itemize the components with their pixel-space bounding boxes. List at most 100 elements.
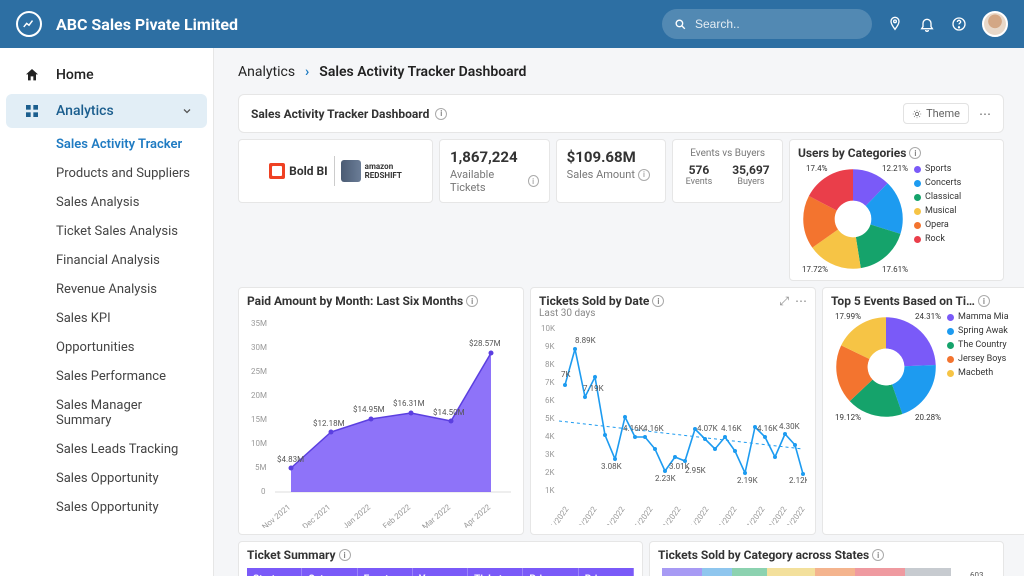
svg-text:10K: 10K <box>541 324 556 333</box>
dashboard-title: Sales Activity Tracker Dashboard <box>251 107 429 121</box>
svg-text:4.16K: 4.16K <box>623 424 645 433</box>
svg-text:$12.18M: $12.18M <box>313 419 345 428</box>
th[interactable]: Price per Ti… <box>523 568 578 576</box>
th[interactable]: Event <box>358 568 413 576</box>
kpi-available-tickets: 1,867,224 Available Ticketsi <box>439 139 550 203</box>
info-icon[interactable]: i <box>872 549 884 561</box>
search-input-wrapper[interactable] <box>662 9 872 39</box>
svg-text:Jan 2022: Jan 2022 <box>341 502 373 528</box>
sidebar-item-home[interactable]: Home <box>6 58 207 92</box>
svg-text:6K: 6K <box>545 396 555 405</box>
theme-button[interactable]: Theme <box>903 103 969 124</box>
svg-text:30M: 30M <box>251 343 267 352</box>
donut-chart[interactable]: 17.99% 24.31% 19.12% 20.28% <box>831 312 941 422</box>
th[interactable]: Tickets Sold <box>468 568 523 576</box>
donut-chart[interactable]: 17.4% 12.21% 17.72% 17.61% <box>798 164 908 274</box>
boldbi-logo-text: Bold BI <box>289 164 328 178</box>
svg-text:$28.57M: $28.57M <box>469 339 501 348</box>
sidebar-sub[interactable]: Sales Opportunity <box>6 493 207 522</box>
legend-item[interactable]: Spring Awak <box>958 326 1008 336</box>
th[interactable]: Start Date <box>247 568 302 576</box>
redshift-text-2: REDSHIFT <box>365 171 402 180</box>
sidebar-sub[interactable]: Sales Manager Summary <box>6 391 207 435</box>
avatar[interactable] <box>982 11 1008 37</box>
th[interactable]: Price Paid <box>579 568 634 576</box>
svg-text:Feb 2022: Feb 2022 <box>381 502 412 528</box>
svg-text:4/19/2022: 4/19/2022 <box>569 505 598 525</box>
svg-text:4/28/2022: 4/28/2022 <box>653 505 682 525</box>
pin-icon[interactable] <box>886 15 904 33</box>
svg-text:$14.95M: $14.95M <box>353 405 385 414</box>
sidebar-item-analytics[interactable]: Analytics <box>6 94 207 128</box>
svg-text:3.08K: 3.08K <box>601 462 623 471</box>
line-chart[interactable]: 10K9K8K7K6K5K4K3K2K1K 7K8.89K7.19K3.08K4… <box>539 319 807 525</box>
help-icon[interactable] <box>950 15 968 33</box>
search-input[interactable] <box>695 17 860 31</box>
sidebar-sub[interactable]: Sales KPI <box>6 304 207 333</box>
more-icon[interactable]: ⋯ <box>795 294 807 309</box>
kpi-row: Bold BI amazon REDSHIFT 1,867,224 Availa… <box>238 139 1004 281</box>
svg-text:8.89K: 8.89K <box>575 336 597 345</box>
legend-item[interactable]: Concerts <box>925 178 961 188</box>
info-icon[interactable]: i <box>909 147 921 159</box>
sidebar-sub[interactable]: Revenue Analysis <box>6 275 207 304</box>
svg-text:1K: 1K <box>545 486 555 495</box>
sidebar-sub[interactable]: Opportunities <box>6 333 207 362</box>
legend-item[interactable]: The Country <box>958 340 1007 350</box>
sidebar-sub[interactable]: Financial Analysis <box>6 246 207 275</box>
th[interactable]: Category <box>302 568 357 576</box>
top-events-card: Top 5 Events Based on Ti…i <box>822 287 1024 535</box>
legend-item[interactable]: Opera <box>925 220 949 230</box>
sidebar-sub[interactable]: Sales Analysis <box>6 188 207 217</box>
expand-icon[interactable]: ⤢ <box>779 294 789 309</box>
sidebar-sub[interactable]: Products and Suppliers <box>6 159 207 188</box>
sidebar-sub[interactable]: Ticket Sales Analysis <box>6 217 207 246</box>
svg-text:35M: 35M <box>251 319 267 328</box>
chart-title-text: Ticket Summary <box>247 548 336 562</box>
info-icon[interactable]: i <box>652 295 664 307</box>
legend-item[interactable]: Sports <box>925 164 951 174</box>
th[interactable]: Venue <box>413 568 468 576</box>
ticket-summary-card: Ticket Summaryi Start Date Category Even… <box>238 541 643 576</box>
chart-title-text: Users by Categories <box>798 146 906 160</box>
svg-text:9K: 9K <box>545 342 555 351</box>
legend-item[interactable]: Macbeth <box>958 368 993 378</box>
legend-item[interactable]: Classical <box>925 192 961 202</box>
info-icon[interactable]: i <box>466 295 478 307</box>
svg-text:Dec 2021: Dec 2021 <box>301 503 333 528</box>
svg-text:3K: 3K <box>545 450 555 459</box>
svg-text:5/10/2022: 5/10/2022 <box>759 505 788 525</box>
pct-label: 19.12% <box>835 413 861 422</box>
events-label: Events <box>686 177 713 187</box>
sidebar-sub-sales-activity-tracker[interactable]: Sales Activity Tracker <box>6 130 207 159</box>
events-count: 576 <box>686 163 713 177</box>
svg-text:4.16K: 4.16K <box>721 424 743 433</box>
stacked-bar-chart[interactable]: 603 <box>658 562 993 576</box>
info-icon[interactable]: i <box>638 169 650 181</box>
charts-row: Paid Amount by Month: Last Six Monthsi 3… <box>238 287 1004 535</box>
svg-text:4K: 4K <box>545 432 555 441</box>
svg-text:4.16K: 4.16K <box>757 424 779 433</box>
breadcrumb-analytics[interactable]: Analytics <box>238 64 295 80</box>
info-icon[interactable]: i <box>528 175 539 187</box>
svg-text:4.30K: 4.30K <box>779 422 801 431</box>
info-icon[interactable]: i <box>339 549 351 561</box>
more-icon[interactable]: ⋯ <box>979 107 991 121</box>
bell-icon[interactable] <box>918 15 936 33</box>
legend-item[interactable]: Musical <box>925 206 956 216</box>
sidebar-sub[interactable]: Sales Performance <box>6 362 207 391</box>
legend: Sports Concerts Classical Musical Opera … <box>914 164 961 274</box>
info-icon[interactable]: i <box>435 108 447 120</box>
tickets-by-state-card: Tickets Sold by Category across Statesi … <box>649 541 1004 576</box>
legend-item[interactable]: Jersey Boys <box>958 354 1006 364</box>
redshift-logo-icon <box>341 160 361 182</box>
legend-item[interactable]: Mamma Mia <box>958 312 1009 322</box>
svg-text:25M: 25M <box>251 367 267 376</box>
main-content: Analytics › Sales Activity Tracker Dashb… <box>214 48 1024 576</box>
area-chart[interactable]: 35M30M25M20M15M10M5M0 $4.83M$12.18M$14.9… <box>247 308 515 528</box>
sidebar-sub[interactable]: Sales Opportunity <box>6 464 207 493</box>
legend-item[interactable]: Rock <box>925 234 945 244</box>
sidebar-sub[interactable]: Sales Leads Tracking <box>6 435 207 464</box>
pct-label: 12.21% <box>882 164 908 173</box>
info-icon[interactable]: i <box>978 295 990 307</box>
